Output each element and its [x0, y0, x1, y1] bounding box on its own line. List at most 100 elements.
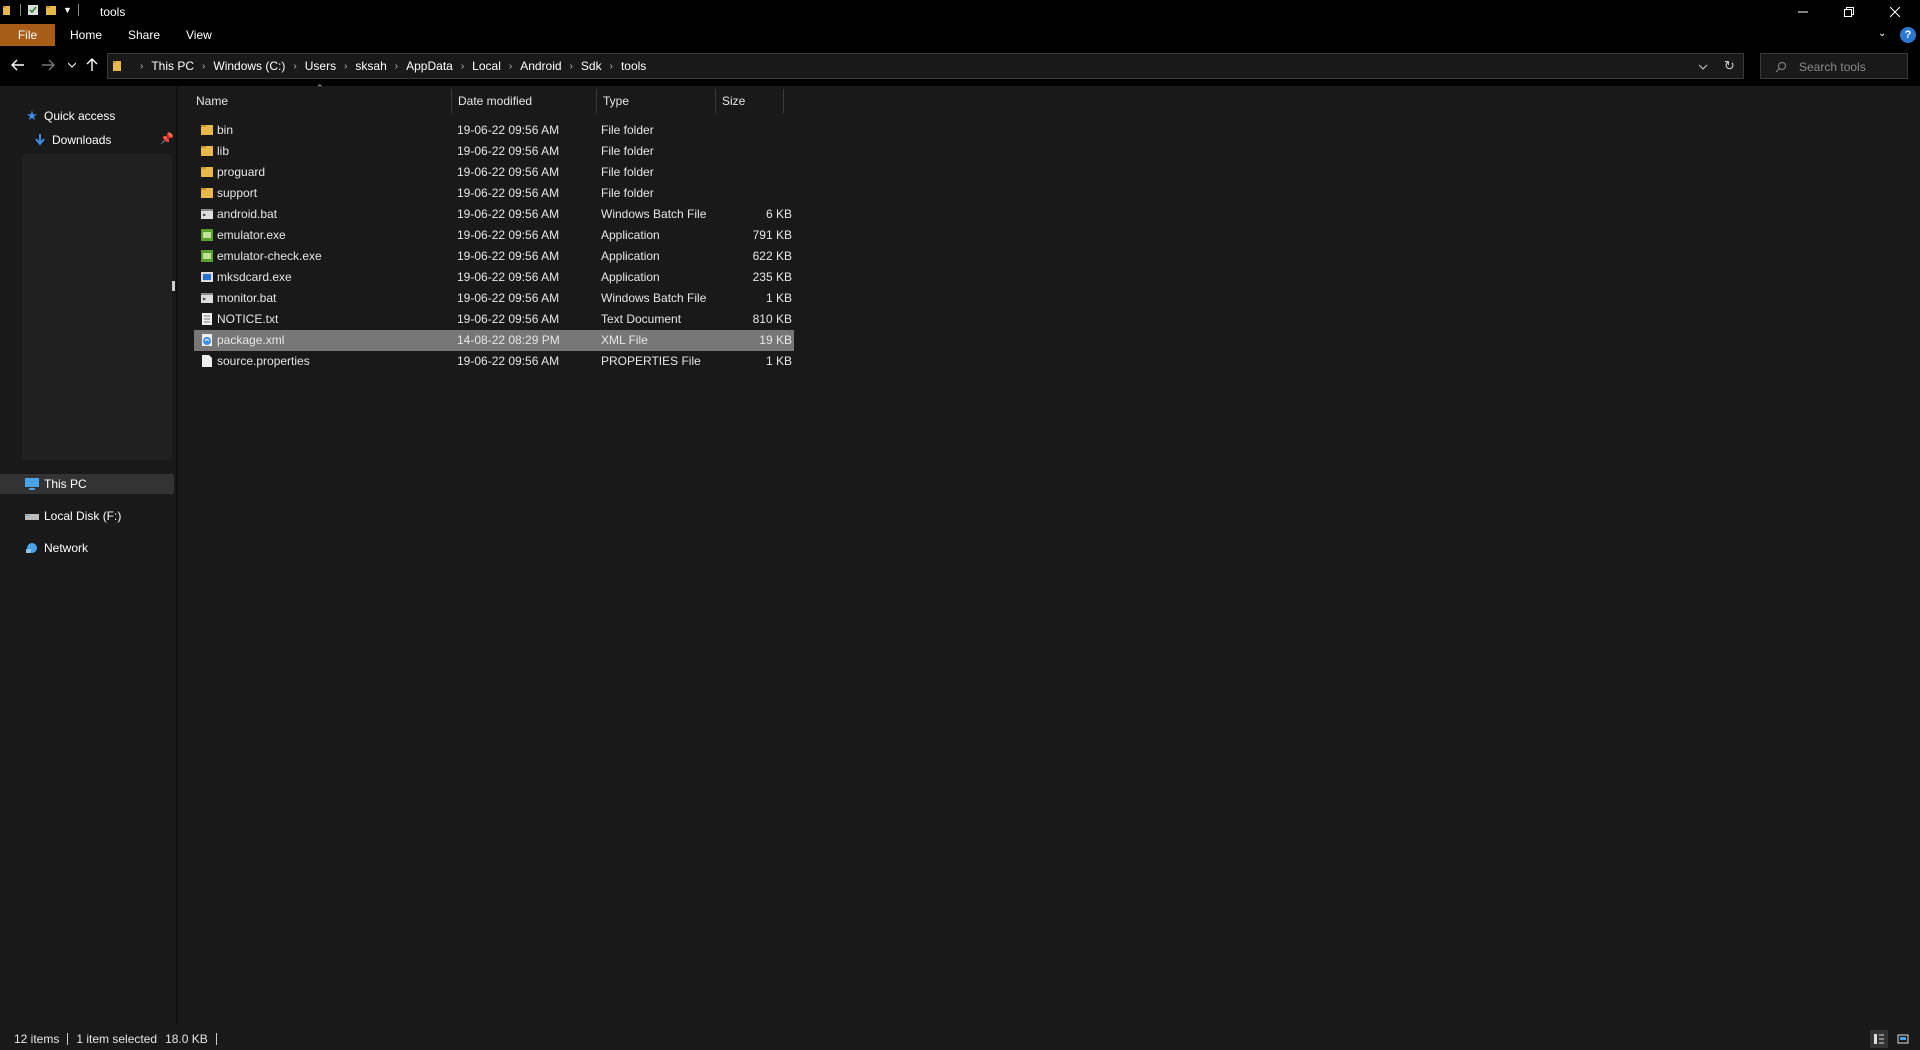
forward-button[interactable] — [38, 55, 58, 75]
file-type: File folder — [601, 186, 654, 200]
search-box[interactable]: Search tools — [1760, 53, 1908, 79]
breadcrumb-this-pc[interactable]: This PC — [151, 59, 194, 73]
breadcrumb-appdata[interactable]: AppData — [406, 59, 453, 73]
file-name[interactable]: proguard — [217, 162, 265, 183]
file-row[interactable]: bin 19-06-22 09:56 AM File folder — [194, 120, 794, 141]
customize-toolbar-icon[interactable]: ▼ — [63, 5, 72, 15]
file-row[interactable]: emulator.exe 19-06-22 09:56 AM Applicati… — [194, 225, 794, 246]
file-size: 1 KB — [765, 291, 792, 305]
status-text: 12 items 1 item selected 18.0 KB — [14, 1032, 225, 1046]
separator — [77, 4, 79, 16]
properties-icon[interactable] — [27, 4, 39, 16]
breadcrumb-separator-icon[interactable]: › — [570, 61, 573, 72]
file-name[interactable]: package.xml — [217, 330, 284, 351]
help-icon[interactable]: ? — [1900, 27, 1916, 43]
breadcrumb-tools[interactable]: tools — [621, 59, 646, 73]
file-size: 810 KB — [752, 312, 792, 326]
tab-share[interactable]: Share — [118, 24, 170, 46]
column-header-date-modified[interactable]: Date modified — [452, 89, 597, 113]
file-name[interactable]: NOTICE.txt — [217, 309, 278, 330]
file-date: 19-06-22 09:56 AM — [457, 291, 560, 305]
refresh-button[interactable]: ↻ — [1724, 58, 1735, 74]
expand-ribbon-icon[interactable]: ⌄ — [1878, 28, 1886, 39]
column-header-type[interactable]: Type — [597, 89, 716, 113]
large-icons-view-button[interactable] — [1894, 1030, 1912, 1048]
file-row[interactable]: support 19-06-22 09:56 AM File folder — [194, 183, 794, 204]
download-arrow-icon — [32, 132, 48, 148]
restore-icon — [1844, 7, 1854, 17]
breadcrumb-android[interactable]: Android — [520, 59, 561, 73]
separator — [20, 4, 21, 16]
status-selected-size: 18.0 KB — [165, 1032, 208, 1046]
file-name[interactable]: mksdcard.exe — [217, 267, 292, 288]
file-row[interactable]: monitor.bat 19-06-22 09:56 AM Windows Ba… — [194, 288, 794, 309]
recent-locations-button[interactable] — [62, 55, 82, 75]
file-type: PROPERTIES File — [601, 354, 701, 368]
status-selected-count: 1 item selected — [76, 1032, 158, 1046]
sidebar-item-local-disk-f[interactable]: Local Disk (F:) — [24, 506, 198, 526]
breadcrumb-windows-c[interactable]: Windows (C:) — [213, 59, 285, 73]
sidebar-item-network[interactable]: Network — [24, 538, 198, 558]
breadcrumb-separator-icon[interactable]: › — [395, 61, 398, 72]
minimize-button[interactable] — [1780, 0, 1826, 24]
ribbon-tabs: File Home Share View ⌄ ? — [0, 24, 1920, 46]
breadcrumb-separator-icon[interactable]: › — [461, 61, 464, 72]
breadcrumb-users[interactable]: Users — [305, 59, 336, 73]
file-name[interactable]: android.bat — [217, 204, 277, 225]
file-row-selected[interactable]: package.xml 14-08-22 08:29 PM XML File 1… — [194, 330, 794, 351]
folder-icon — [201, 146, 213, 156]
file-size: 6 KB — [765, 207, 792, 221]
quick-access-toolbar: ▼ — [2, 4, 79, 16]
file-row[interactable]: lib 19-06-22 09:56 AM File folder — [194, 141, 794, 162]
file-size: 19 KB — [759, 333, 792, 347]
breadcrumb-separator-icon[interactable]: › — [509, 61, 512, 72]
file-row[interactable]: source.properties 19-06-22 09:56 AM PROP… — [194, 351, 794, 372]
new-folder-icon[interactable] — [45, 4, 57, 16]
file-row[interactable]: android.bat 19-06-22 09:56 AM Windows Ba… — [194, 204, 794, 225]
pane-resize-handle[interactable] — [172, 281, 175, 291]
breadcrumb-separator-icon[interactable]: › — [344, 61, 347, 72]
file-row[interactable]: emulator-check.exe 19-06-22 09:56 AM App… — [194, 246, 794, 267]
blank-file-icon — [202, 355, 212, 367]
file-name[interactable]: emulator-check.exe — [217, 246, 322, 267]
breadcrumb-sksah[interactable]: sksah — [355, 59, 386, 73]
file-type: Text Document — [601, 312, 682, 326]
breadcrumb-separator-icon[interactable]: › — [293, 61, 296, 72]
details-view-button[interactable] — [1870, 1030, 1888, 1048]
restore-button[interactable] — [1826, 0, 1872, 24]
search-placeholder[interactable]: Search tools — [1799, 60, 1866, 74]
tab-file[interactable]: File — [0, 24, 55, 46]
file-name[interactable]: source.properties — [217, 351, 310, 372]
back-button[interactable] — [8, 55, 28, 75]
up-button[interactable] — [82, 55, 102, 75]
file-name[interactable]: bin — [217, 120, 233, 141]
file-name[interactable]: monitor.bat — [217, 288, 276, 309]
breadcrumb-local[interactable]: Local — [472, 59, 501, 73]
file-row[interactable]: proguard 19-06-22 09:56 AM File folder — [194, 162, 794, 183]
file-row[interactable]: NOTICE.txt 19-06-22 09:56 AM Text Docume… — [194, 309, 794, 330]
column-header-size[interactable]: Size — [716, 89, 784, 113]
file-date: 19-06-22 09:56 AM — [457, 249, 560, 263]
pane-divider[interactable] — [176, 86, 178, 1024]
file-name[interactable]: lib — [217, 141, 229, 162]
close-button[interactable] — [1872, 0, 1918, 24]
sidebar-item-downloads[interactable]: Downloads 📌 — [32, 130, 176, 150]
sidebar-item-quick-access[interactable]: ★ Quick access — [24, 106, 198, 126]
application-icon — [201, 250, 213, 262]
tab-home[interactable]: Home — [60, 24, 112, 46]
file-name[interactable]: support — [217, 183, 257, 204]
column-header-name[interactable]: Name — [190, 89, 452, 113]
file-type: Windows Batch File — [601, 207, 707, 221]
address-dropdown-button[interactable] — [1698, 60, 1708, 74]
file-name[interactable]: emulator.exe — [217, 225, 286, 246]
sidebar-item-this-pc[interactable]: This PC — [0, 474, 174, 494]
breadcrumb-sdk[interactable]: Sdk — [581, 59, 602, 73]
breadcrumb-separator-icon: › — [140, 60, 144, 72]
address-bar[interactable]: › This PC › Windows (C:) › Users › sksah… — [107, 53, 1744, 79]
file-row[interactable]: mksdcard.exe 19-06-22 09:56 AM Applicati… — [194, 267, 794, 288]
tab-view[interactable]: View — [176, 24, 222, 46]
folder-icon — [201, 188, 213, 198]
breadcrumb-separator-icon[interactable]: › — [202, 61, 205, 72]
breadcrumb-separator-icon[interactable]: › — [610, 61, 613, 72]
pin-icon[interactable]: 📌 — [160, 132, 174, 145]
